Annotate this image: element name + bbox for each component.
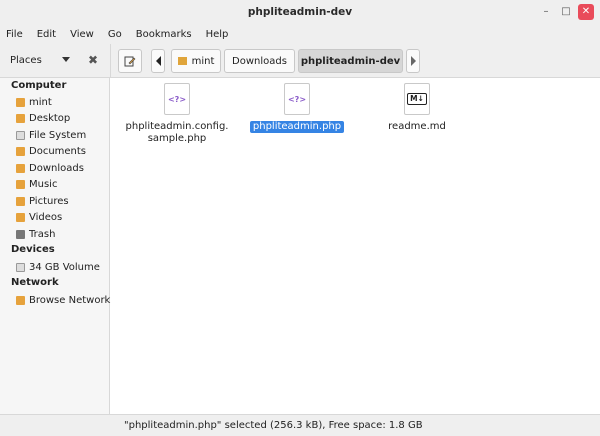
sidebar-item-label: Music — [29, 178, 58, 190]
section-computer: Computer — [11, 80, 67, 91]
crumb-label: phpliteadmin-dev — [300, 55, 401, 67]
sidebar-item-label: Trash — [29, 228, 56, 240]
sidebar-item-browse-network[interactable]: Browse Network — [16, 293, 110, 307]
sidebar-item-label: Desktop — [29, 112, 71, 124]
chevron-down-icon[interactable] — [62, 57, 70, 62]
file-name: phpliteadmin.php — [249, 121, 345, 133]
file-item-selected[interactable]: <?> phpliteadmin.php — [242, 83, 352, 133]
sidebar-item-documents[interactable]: Documents — [16, 144, 86, 158]
crumb-label: mint — [191, 55, 215, 67]
drive-icon — [16, 130, 25, 140]
crumb-downloads[interactable]: Downloads — [224, 49, 295, 73]
sidebar-item-trash[interactable]: Trash — [16, 227, 55, 241]
crumb-label: Downloads — [232, 55, 287, 67]
pencil-icon — [124, 56, 136, 67]
crumb-mint[interactable]: mint — [171, 49, 221, 73]
sidebar-item-34gb-volume[interactable]: 34 GB Volume — [16, 260, 100, 274]
markdown-file-icon: M↓ — [404, 83, 430, 115]
maximize-button[interactable]: □ — [558, 4, 574, 20]
home-icon — [177, 57, 187, 65]
file-name: phpliteadmin.config. sample.php — [125, 121, 229, 144]
sidebar-item-downloads[interactable]: Downloads — [16, 161, 84, 175]
file-view[interactable]: <?> phpliteadmin.config. sample.php <?> … — [111, 79, 600, 414]
menu-file[interactable]: File — [6, 29, 23, 40]
sidebar-item-desktop[interactable]: Desktop — [16, 111, 70, 125]
status-bar: "phpliteadmin.php" selected (256.3 kB), … — [0, 414, 600, 436]
home-folder-icon — [16, 97, 25, 107]
network-icon — [16, 295, 25, 305]
php-file-icon: <?> — [164, 83, 190, 115]
sidebar-item-label: 34 GB Volume — [29, 261, 100, 273]
sidebar-item-label: Downloads — [29, 162, 84, 174]
forward-crumb-button[interactable] — [406, 49, 420, 73]
places-selector[interactable]: Places — [10, 55, 42, 66]
drive-icon — [16, 262, 25, 272]
trash-icon — [16, 229, 25, 239]
minimize-button[interactable]: – — [538, 4, 554, 20]
folder-icon — [16, 113, 25, 123]
left-arrow-icon — [155, 56, 161, 66]
folder-icon — [16, 179, 25, 189]
menu-bar: File Edit View Go Bookmarks Help — [0, 24, 600, 44]
back-crumb-button[interactable] — [151, 49, 165, 73]
php-file-icon: <?> — [284, 83, 310, 115]
window-title: phpliteadmin-dev — [247, 6, 353, 18]
toolbar: mint Downloads phpliteadmin-dev — [110, 44, 600, 78]
window-controls: – □ ✕ — [538, 4, 594, 20]
sidebar-item-label: Pictures — [29, 195, 69, 207]
sidebar-item-mint[interactable]: mint — [16, 95, 52, 109]
sidebar-item-label: mint — [29, 96, 52, 108]
sidebar-item-label: Browse Network — [29, 294, 111, 306]
folder-icon — [16, 146, 25, 156]
folder-icon — [16, 163, 25, 173]
folder-icon — [16, 196, 25, 206]
section-devices: Devices — [11, 244, 55, 255]
sidebar-item-music[interactable]: Music — [16, 177, 57, 191]
status-text: "phpliteadmin.php" selected (256.3 kB), … — [124, 420, 423, 431]
places-sidebar: Computer mint Desktop File System Docume… — [0, 78, 110, 414]
section-network: Network — [11, 277, 59, 288]
file-item[interactable]: M↓ readme.md — [362, 83, 472, 133]
sidebar-item-label: Documents — [29, 145, 87, 157]
menu-help[interactable]: Help — [206, 29, 229, 40]
crumb-phpliteadmin-dev[interactable]: phpliteadmin-dev — [298, 49, 403, 73]
close-sidebar-icon[interactable]: ✖ — [88, 53, 98, 67]
sidebar-item-file-system[interactable]: File System — [16, 128, 86, 142]
folder-icon — [16, 212, 25, 222]
menu-view[interactable]: View — [70, 29, 94, 40]
menu-bookmarks[interactable]: Bookmarks — [136, 29, 192, 40]
file-name: readme.md — [388, 121, 446, 132]
sidebar-item-videos[interactable]: Videos — [16, 210, 62, 224]
file-item[interactable]: <?> phpliteadmin.config. sample.php — [122, 83, 232, 145]
edit-location-button[interactable] — [118, 49, 142, 73]
menu-go[interactable]: Go — [108, 29, 122, 40]
sidebar-item-pictures[interactable]: Pictures — [16, 194, 69, 208]
close-button[interactable]: ✕ — [578, 4, 594, 20]
sidebar-item-label: File System — [29, 129, 87, 141]
sidebar-header: Places ✖ — [0, 44, 110, 78]
sidebar-item-label: Videos — [29, 211, 63, 223]
menu-edit[interactable]: Edit — [37, 29, 56, 40]
title-bar: phpliteadmin-dev – □ ✕ — [0, 0, 600, 24]
right-arrow-icon — [410, 56, 416, 66]
